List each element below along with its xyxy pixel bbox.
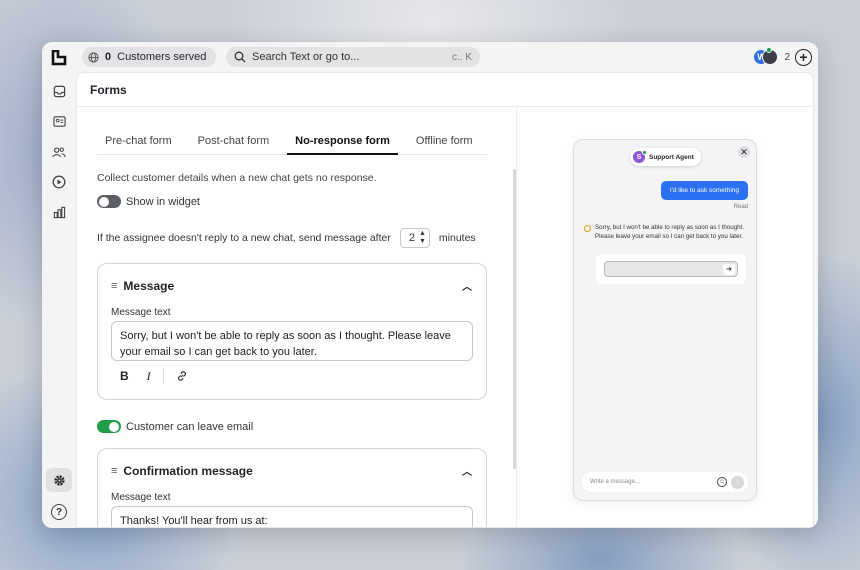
link-icon[interactable] — [176, 370, 188, 382]
delay-suffix: minutes — [438, 232, 476, 244]
app-logo-icon[interactable] — [51, 50, 67, 66]
toolbar-divider — [162, 368, 164, 384]
contact-card-icon[interactable] — [50, 112, 68, 130]
confirmation-card: ≡ Confirmation message ︿ Message text Th… — [97, 448, 487, 527]
help-icon[interactable]: ? — [51, 504, 67, 520]
top-bar: 0 Customers served Search Text or go to.… — [42, 42, 818, 72]
arrow-right-icon[interactable]: ➜ — [723, 263, 735, 275]
show-in-widget-label: Show in widget — [126, 195, 200, 208]
bot-icon — [584, 225, 591, 232]
settings-icon[interactable] — [46, 468, 72, 492]
email-input[interactable]: ➜ — [604, 261, 738, 277]
format-toolbar: B I — [120, 368, 188, 384]
confirmation-card-title: Confirmation message — [123, 463, 253, 478]
leave-email-label: Customer can leave email — [126, 420, 254, 433]
agents-count: 2 — [784, 51, 790, 63]
send-icon[interactable]: ↑ — [731, 475, 744, 489]
form-tabs: Pre-chat form Post-chat form No-response… — [97, 129, 487, 155]
drag-handle-icon[interactable]: ≡ — [111, 280, 117, 292]
leave-email-row: Customer can leave email — [97, 420, 253, 433]
agent-avatar: S — [633, 150, 647, 163]
delay-value: 2 — [408, 232, 415, 244]
message-text-input[interactable]: Sorry, but I won't be able to reply as s… — [111, 321, 473, 361]
message-card: ≡ Message ︿ Message text Sorry, but I wo… — [97, 263, 487, 400]
main-panel: Forms Pre-chat form Post-chat form No-re… — [76, 72, 814, 528]
close-icon[interactable]: ✕ — [738, 146, 750, 158]
italic-button[interactable]: I — [147, 369, 151, 384]
search-placeholder: Search Text or go to... — [252, 51, 360, 63]
scrollbar[interactable] — [513, 169, 516, 469]
message-composer[interactable]: Write a message... ☺ ↑ — [582, 472, 748, 492]
delay-prefix: If the assignee doesn't reply to a new c… — [97, 232, 391, 244]
inbox-icon[interactable] — [50, 82, 68, 100]
bold-button[interactable]: B — [120, 369, 129, 383]
customer-message-bubble: I'd like to ask something — [660, 181, 748, 200]
stepper-arrows-icon[interactable]: ▲ ▼ — [419, 230, 426, 246]
widget-preview-pane: ✕ S Support Agent I'd like to ask someth… — [517, 107, 813, 527]
play-icon[interactable] — [50, 173, 68, 191]
form-settings-pane: Pre-chat form Post-chat form No-response… — [77, 107, 517, 527]
bot-message: Sorry, but I won't be able to reply as s… — [595, 224, 744, 240]
bot-message-row: Sorry, but I won't be able to reply as s… — [584, 224, 748, 241]
show-in-widget-toggle[interactable] — [97, 195, 121, 208]
confirmation-text-label: Message text — [111, 492, 171, 503]
chevron-up-icon[interactable]: ︿ — [462, 463, 472, 478]
read-status: Read — [733, 204, 748, 210]
chat-widget-preview: ✕ S Support Agent I'd like to ask someth… — [573, 139, 757, 501]
page-title: Forms — [77, 73, 813, 107]
form-description: Collect customer details when a new chat… — [97, 172, 377, 184]
add-icon[interactable]: + — [795, 48, 812, 66]
customers-count: 0 — [105, 51, 112, 63]
agent-pill: S Support Agent — [630, 148, 701, 166]
team-icon[interactable] — [50, 143, 68, 161]
app-window: 0 Customers served Search Text or go to.… — [42, 42, 818, 528]
topbar-right: W 2 + — [753, 47, 812, 67]
delay-minutes-stepper[interactable]: 2 ▲ ▼ — [399, 228, 430, 248]
message-card-title: Message — [123, 278, 175, 293]
tab-no-response-form[interactable]: No-response form — [287, 129, 398, 155]
customers-label: Customers served — [117, 51, 207, 63]
confirmation-card-header[interactable]: ≡ Confirmation message ︿ — [111, 463, 472, 479]
message-text-label: Message text — [111, 307, 171, 318]
search-icon — [234, 51, 246, 63]
leave-email-toggle[interactable] — [97, 420, 121, 433]
drag-handle-icon[interactable]: ≡ — [111, 465, 117, 477]
show-in-widget-row: Show in widget — [97, 195, 200, 208]
email-capture-card: ➜ — [596, 254, 746, 284]
reports-icon[interactable] — [50, 203, 68, 221]
message-card-header[interactable]: ≡ Message ︿ — [111, 278, 472, 294]
search-input[interactable]: Search Text or go to... c.. K — [226, 47, 480, 67]
search-shortcut: c.. K — [451, 51, 472, 63]
delay-row: If the assignee doesn't reply to a new c… — [97, 228, 476, 248]
confirmation-text-input[interactable]: Thanks! You'll hear from us at: — [111, 506, 473, 527]
online-agents[interactable]: W — [753, 47, 779, 66]
tab-pre-chat-form[interactable]: Pre-chat form — [97, 129, 180, 155]
globe-icon — [88, 51, 99, 63]
agent-name: Support Agent — [649, 153, 694, 161]
emoji-icon[interactable]: ☺ — [717, 477, 727, 487]
customers-served-pill[interactable]: 0 Customers served — [82, 47, 216, 67]
chevron-up-icon[interactable]: ︿ — [462, 278, 472, 293]
tab-post-chat-form[interactable]: Post-chat form — [190, 129, 278, 155]
composer-placeholder: Write a message... — [590, 479, 640, 485]
tab-offline-form[interactable]: Offline form — [408, 129, 481, 155]
sidebar: ? W — [42, 72, 76, 528]
